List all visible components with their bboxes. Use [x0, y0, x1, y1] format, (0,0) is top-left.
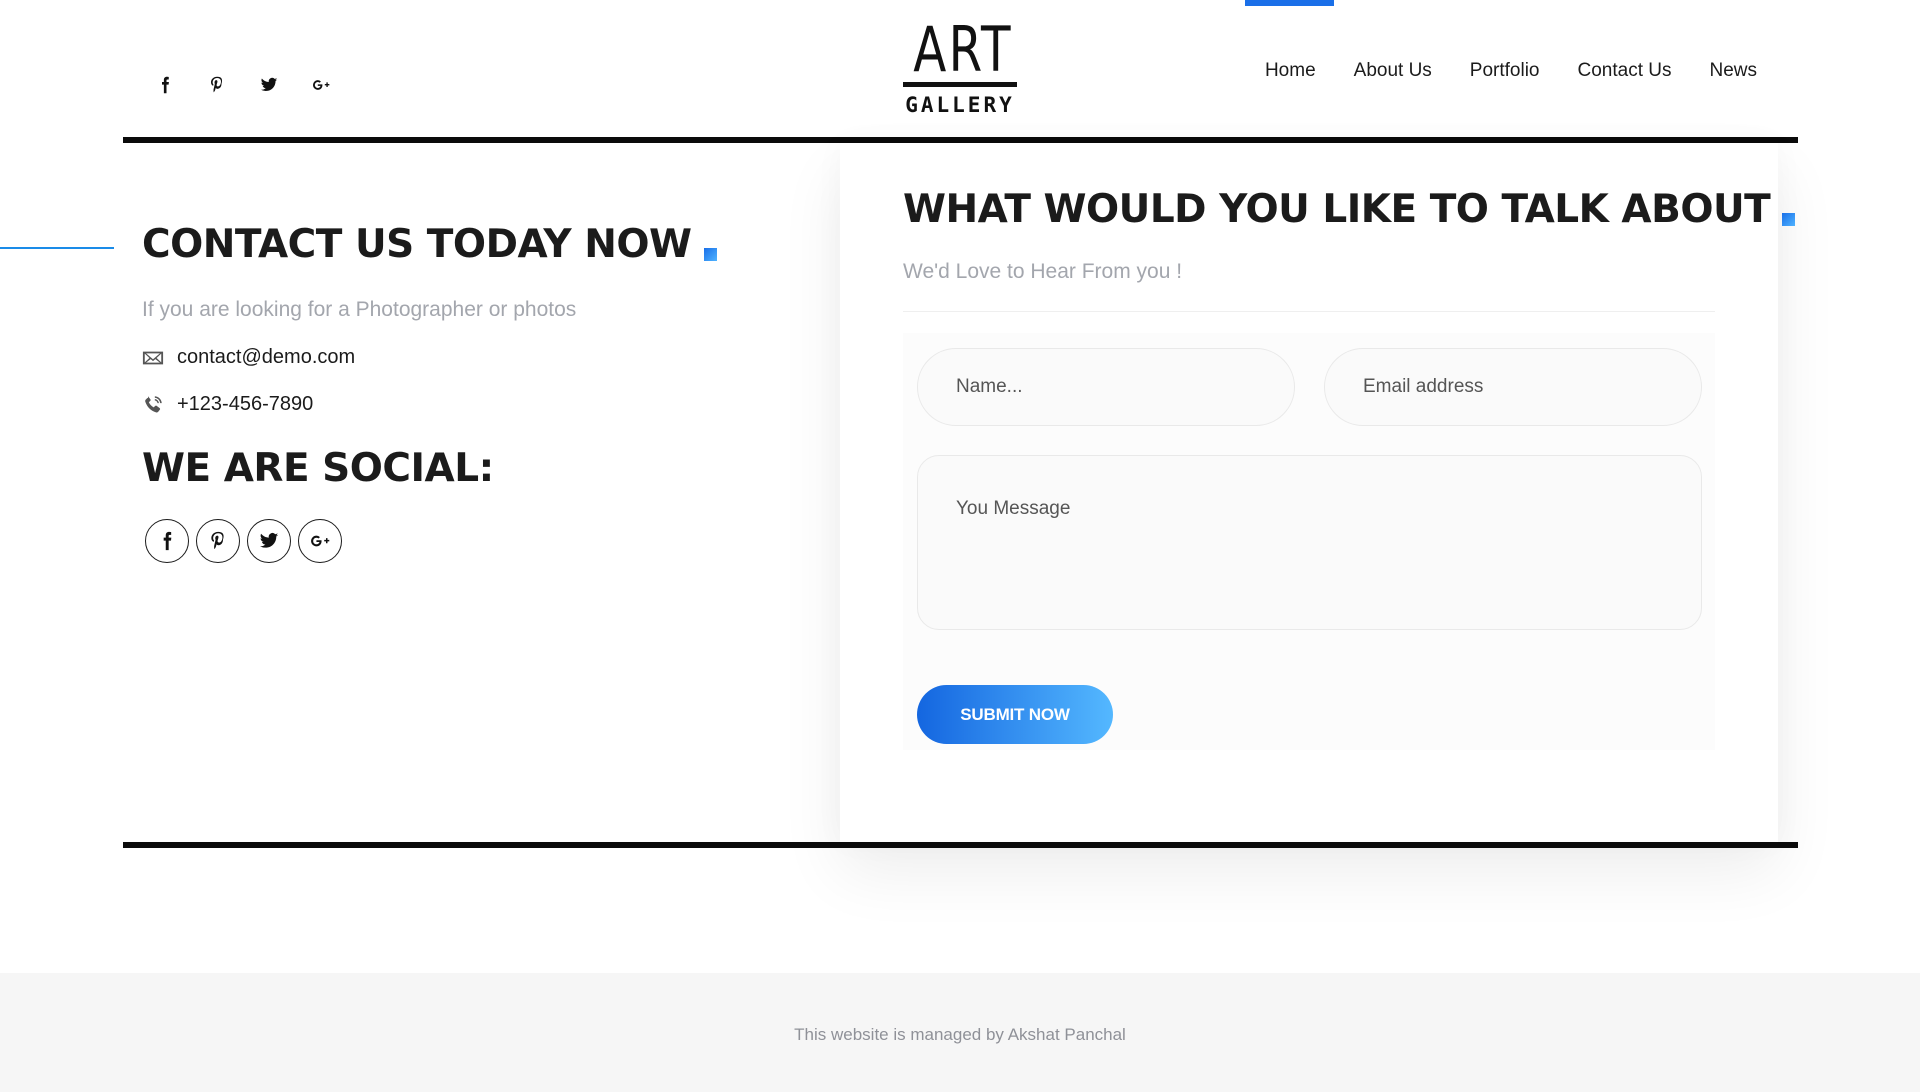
nav-item-contact-us[interactable]: Contact Us — [1559, 56, 1691, 86]
form-divider — [903, 311, 1715, 312]
contact-phone-row: +123-456-7890 — [142, 393, 313, 416]
facebook-icon[interactable] — [145, 519, 189, 563]
form-title: WHAT WOULD YOU LIKE TO TALK ABOUT — [903, 187, 1796, 232]
logo-gallery-text: GALLERY — [905, 93, 1015, 117]
section-accent-line — [0, 247, 114, 249]
pinterest-icon[interactable] — [196, 519, 240, 563]
site-logo[interactable]: ART GALLERY — [900, 18, 1020, 122]
pinterest-icon[interactable] — [202, 70, 232, 100]
submit-button[interactable]: SUBMIT NOW — [917, 685, 1113, 744]
facebook-icon[interactable] — [150, 70, 180, 100]
nav-item-news[interactable]: News — [1690, 56, 1776, 86]
site-header: ART GALLERY Home About Us Portfolio Cont… — [0, 0, 1920, 140]
contact-email[interactable]: contact@demo.com — [177, 346, 355, 369]
contact-form: Name... Email address You Message SUBMIT… — [903, 333, 1715, 750]
phone-icon — [145, 395, 162, 412]
title-square-accent — [703, 248, 717, 261]
twitter-icon[interactable] — [247, 519, 291, 563]
site-footer: This website is managed by Akshat Pancha… — [0, 973, 1920, 1092]
title-square-accent — [1782, 213, 1796, 226]
nav-item-home[interactable]: Home — [1244, 0, 1335, 86]
logo-art-text: ART — [913, 13, 1013, 86]
nav-item-about-us[interactable]: About Us — [1335, 56, 1451, 86]
header-social-links — [150, 70, 336, 100]
nav-item-portfolio[interactable]: Portfolio — [1451, 56, 1559, 86]
footer-credit: This website is managed by Akshat Pancha… — [794, 1025, 1126, 1044]
google-plus-icon[interactable] — [298, 519, 342, 563]
social-title: WE ARE SOCIAL: — [142, 446, 494, 491]
message-textarea[interactable]: You Message — [917, 455, 1702, 630]
contact-form-card: WHAT WOULD YOU LIKE TO TALK ABOUT We'd L… — [840, 143, 1796, 842]
email-input[interactable]: Email address — [1324, 348, 1702, 426]
social-links — [145, 519, 342, 563]
contact-title: CONTACT US TODAY NOW — [142, 222, 717, 267]
contact-phone[interactable]: +123-456-7890 — [177, 393, 313, 416]
name-input[interactable]: Name... — [917, 348, 1295, 426]
contact-email-row: contact@demo.com — [142, 346, 355, 369]
twitter-icon[interactable] — [254, 70, 284, 100]
envelope-icon — [142, 351, 164, 364]
form-subtitle: We'd Love to Hear From you ! — [903, 260, 1183, 283]
main-nav: Home About Us Portfolio Contact Us News — [1244, 0, 1776, 86]
bottom-divider — [123, 842, 1798, 848]
contact-subtitle: If you are looking for a Photographer or… — [142, 298, 577, 321]
google-plus-icon[interactable] — [306, 70, 336, 100]
